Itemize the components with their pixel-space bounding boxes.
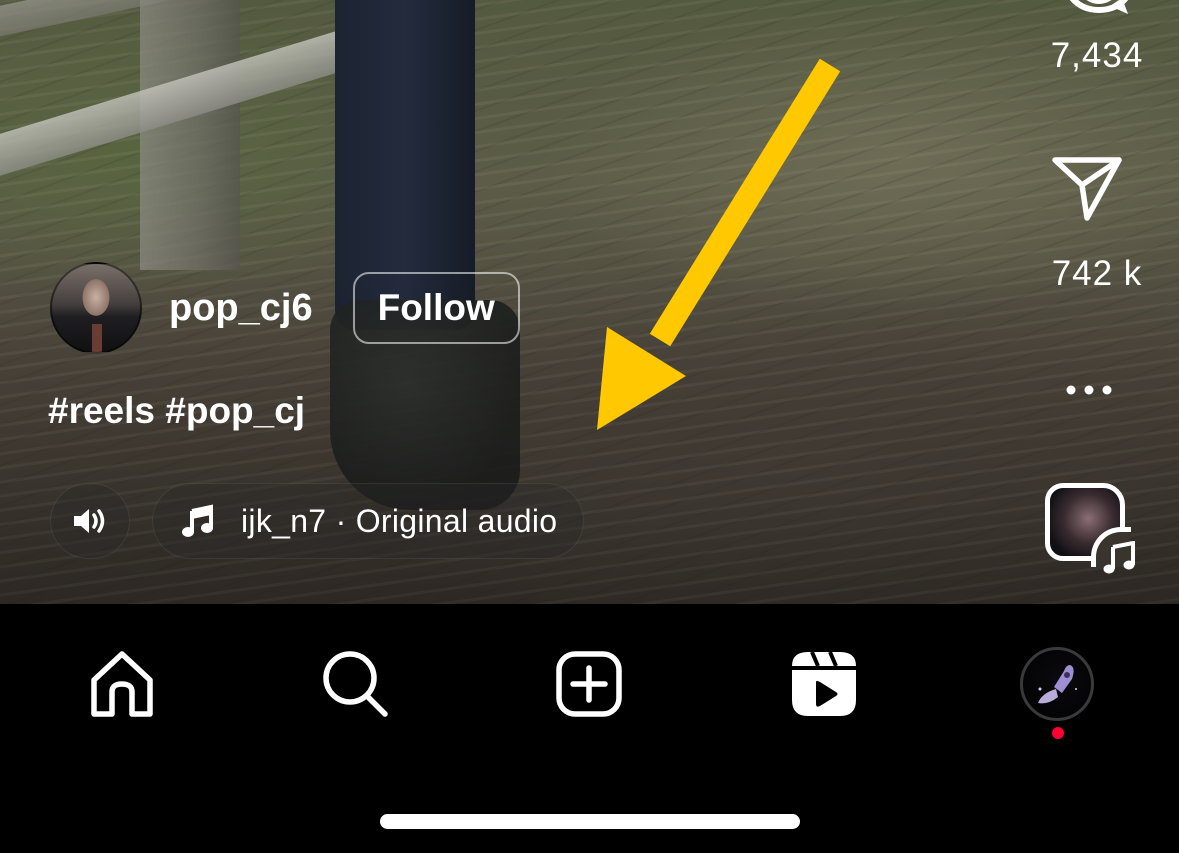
nav-home[interactable] bbox=[82, 644, 162, 724]
sound-toggle-button[interactable] bbox=[50, 483, 130, 559]
profile-avatar bbox=[1020, 647, 1094, 721]
action-rail: 7,434 742 k bbox=[999, 0, 1179, 604]
bottom-nav bbox=[0, 604, 1179, 754]
notification-dot bbox=[1052, 727, 1064, 739]
reels-icon bbox=[792, 651, 856, 716]
music-note-icon bbox=[182, 504, 213, 537]
nav-reels[interactable] bbox=[784, 644, 864, 724]
music-note-icon bbox=[1103, 541, 1135, 574]
audio-attribution[interactable]: ijk_n7 · Original audio bbox=[152, 483, 585, 559]
author-avatar[interactable] bbox=[50, 262, 142, 354]
video-fence-post bbox=[140, 0, 240, 270]
home-indicator[interactable] bbox=[380, 814, 800, 829]
audio-thumbnail[interactable] bbox=[1045, 483, 1135, 574]
nav-profile[interactable] bbox=[1017, 644, 1097, 724]
reel-author: pop_cj6 Follow bbox=[50, 262, 520, 354]
author-username[interactable]: pop_cj6 bbox=[169, 287, 313, 330]
reels-screen: 7,434 742 k pop_cj6 Follow #reels #pop_c… bbox=[0, 0, 1179, 853]
audio-label: ijk_n7 · Original audio bbox=[241, 502, 558, 539]
comment-icon[interactable] bbox=[1066, 0, 1132, 16]
nav-create[interactable] bbox=[549, 644, 629, 724]
more-horizontal-icon[interactable] bbox=[1064, 380, 1114, 400]
plus-square-icon bbox=[556, 651, 622, 717]
nav-search[interactable] bbox=[316, 644, 396, 724]
shares-count[interactable]: 742 k bbox=[1007, 254, 1179, 294]
speaker-icon bbox=[74, 509, 105, 533]
follow-button[interactable]: Follow bbox=[352, 272, 520, 344]
rocket-avatar-image bbox=[1038, 665, 1077, 704]
comments-count[interactable]: 7,434 bbox=[1007, 36, 1179, 76]
home-icon bbox=[91, 651, 153, 717]
reel-caption[interactable]: #reels #pop_cj bbox=[48, 390, 305, 432]
paper-plane-icon[interactable] bbox=[1051, 155, 1123, 223]
search-icon bbox=[323, 651, 388, 717]
